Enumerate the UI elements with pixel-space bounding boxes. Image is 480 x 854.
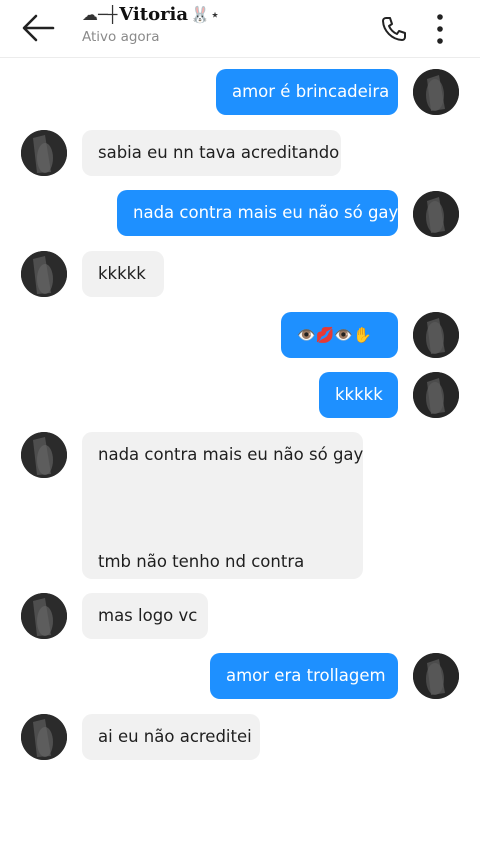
message-bubble-outgoing[interactable]: amor era trollagem xyxy=(210,653,398,699)
message-bubble-incoming[interactable]: ai eu não acreditei xyxy=(82,714,260,760)
phone-icon[interactable] xyxy=(380,15,408,43)
contact-info[interactable]: ☁─┼ Vitoria 🐰⋆ Ativo agora xyxy=(82,4,220,54)
avatar-me xyxy=(413,312,459,358)
contact-status: Ativo agora xyxy=(82,29,160,45)
avatar-me xyxy=(413,191,459,237)
contact-name: Vitoria xyxy=(119,4,189,25)
contact-title: ☁─┼ Vitoria 🐰⋆ xyxy=(82,4,220,25)
message-bubble-incoming[interactable]: kkkkk xyxy=(82,251,164,297)
avatar-me xyxy=(413,372,459,418)
bunny-deco-icon: 🐰⋆ xyxy=(190,5,220,24)
message-bubble-outgoing[interactable]: nada contra mais eu não só gay xyxy=(117,190,398,236)
message-line: tmb não tenho nd contra xyxy=(98,552,305,571)
avatar-me xyxy=(413,69,459,115)
avatar-contact[interactable] xyxy=(21,251,67,297)
avatar-contact[interactable] xyxy=(21,432,67,478)
avatar-me xyxy=(413,653,459,699)
message-bubble-incoming[interactable]: nada contra mais eu não só gay tmb não t… xyxy=(82,432,363,579)
back-arrow-icon[interactable] xyxy=(20,13,56,43)
avatar-contact[interactable] xyxy=(21,593,67,639)
more-vertical-icon[interactable] xyxy=(428,12,452,46)
chat-header: ☁─┼ Vitoria 🐰⋆ Ativo agora xyxy=(0,0,480,58)
message-line: nada contra mais eu não só gay xyxy=(98,445,364,464)
message-list[interactable]: amor é brincadeira sabia eu nn tava acre… xyxy=(0,59,480,854)
message-blank-lines xyxy=(98,466,347,551)
avatar-contact[interactable] xyxy=(21,130,67,176)
message-bubble-outgoing[interactable]: amor é brincadeira xyxy=(216,69,398,115)
message-bubble-incoming[interactable]: sabia eu nn tava acreditando xyxy=(82,130,341,176)
avatar-contact[interactable] xyxy=(21,714,67,760)
message-bubble-outgoing[interactable]: kkkkk xyxy=(319,372,398,418)
cloud-deco-icon: ☁─┼ xyxy=(82,5,118,24)
message-bubble-outgoing[interactable]: 👁️💋👁️✋ xyxy=(281,312,398,358)
message-bubble-incoming[interactable]: mas logo vc xyxy=(82,593,208,639)
